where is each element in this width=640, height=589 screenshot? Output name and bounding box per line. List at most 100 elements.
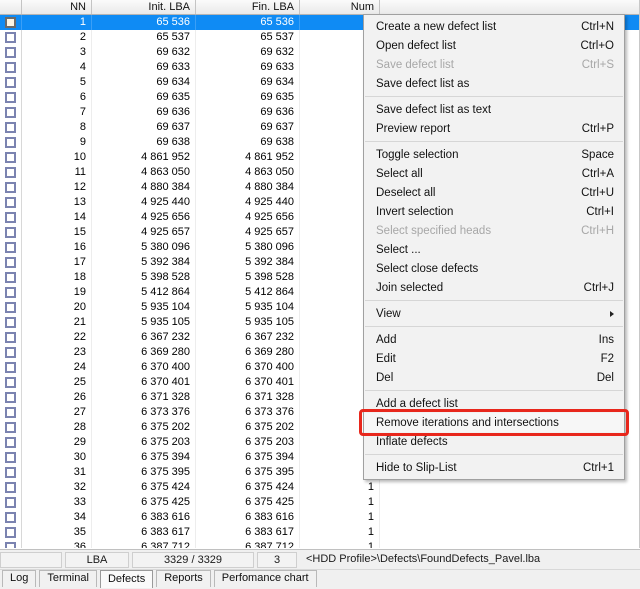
checkbox-icon[interactable] <box>5 377 16 388</box>
menu-item[interactable]: Create a new defect listCtrl+N <box>364 17 624 36</box>
menu-item[interactable]: Save defect list as <box>364 74 624 93</box>
row-checkbox[interactable] <box>0 60 22 75</box>
checkbox-icon[interactable] <box>5 362 16 373</box>
checkbox-icon[interactable] <box>5 227 16 238</box>
table-row[interactable]: 366 387 7126 387 7121 <box>0 540 639 548</box>
column-header-fin-lba[interactable]: Fin. LBA <box>196 0 300 14</box>
row-checkbox[interactable] <box>0 270 22 285</box>
checkbox-icon[interactable] <box>5 287 16 298</box>
table-row[interactable]: 356 383 6176 383 6171 <box>0 525 639 540</box>
tab-reports[interactable]: Reports <box>156 570 211 587</box>
row-checkbox[interactable] <box>0 210 22 225</box>
checkbox-icon[interactable] <box>5 62 16 73</box>
row-checkbox[interactable] <box>0 15 22 30</box>
menu-item[interactable]: Open defect listCtrl+O <box>364 36 624 55</box>
row-checkbox[interactable] <box>0 495 22 510</box>
menu-item[interactable]: Invert selectionCtrl+I <box>364 202 624 221</box>
menu-item[interactable]: Preview reportCtrl+P <box>364 119 624 138</box>
menu-item[interactable]: View <box>364 304 624 323</box>
checkbox-icon[interactable] <box>5 317 16 328</box>
row-checkbox[interactable] <box>0 255 22 270</box>
row-checkbox[interactable] <box>0 90 22 105</box>
row-checkbox[interactable] <box>0 435 22 450</box>
table-row[interactable]: 326 375 4246 375 4241 <box>0 480 639 495</box>
menu-item[interactable]: Save defect list as text <box>364 100 624 119</box>
checkbox-icon[interactable] <box>5 77 16 88</box>
column-header-nn[interactable]: NN <box>22 0 92 14</box>
row-checkbox[interactable] <box>0 225 22 240</box>
checkbox-icon[interactable] <box>5 467 16 478</box>
row-checkbox[interactable] <box>0 45 22 60</box>
checkbox-icon[interactable] <box>5 257 16 268</box>
row-checkbox[interactable] <box>0 540 22 548</box>
row-checkbox[interactable] <box>0 195 22 210</box>
row-checkbox[interactable] <box>0 330 22 345</box>
menu-item[interactable]: Hide to Slip-ListCtrl+1 <box>364 458 624 477</box>
checkbox-icon[interactable] <box>5 497 16 508</box>
tab-bar[interactable]: LogTerminalDefectsReportsPerfomance char… <box>0 569 640 589</box>
row-checkbox[interactable] <box>0 180 22 195</box>
checkbox-icon[interactable] <box>5 332 16 343</box>
menu-item[interactable]: EditF2 <box>364 349 624 368</box>
row-checkbox[interactable] <box>0 240 22 255</box>
menu-item[interactable]: Select allCtrl+A <box>364 164 624 183</box>
tab-perfomance-chart[interactable]: Perfomance chart <box>214 570 317 587</box>
context-menu[interactable]: Create a new defect listCtrl+NOpen defec… <box>363 14 625 480</box>
menu-item[interactable]: Inflate defects <box>364 432 624 451</box>
row-checkbox[interactable] <box>0 300 22 315</box>
column-header-checkbox[interactable] <box>0 0 22 14</box>
checkbox-icon[interactable] <box>5 47 16 58</box>
checkbox-icon[interactable] <box>5 422 16 433</box>
row-checkbox[interactable] <box>0 375 22 390</box>
row-checkbox[interactable] <box>0 105 22 120</box>
checkbox-icon[interactable] <box>5 272 16 283</box>
checkbox-icon[interactable] <box>5 152 16 163</box>
row-checkbox[interactable] <box>0 405 22 420</box>
row-checkbox[interactable] <box>0 120 22 135</box>
row-checkbox[interactable] <box>0 420 22 435</box>
menu-item[interactable]: Toggle selectionSpace <box>364 145 624 164</box>
column-header-num[interactable]: Num <box>300 0 380 14</box>
checkbox-icon[interactable] <box>5 512 16 523</box>
menu-item[interactable]: Select close defects <box>364 259 624 278</box>
menu-item[interactable]: Add a defect list <box>364 394 624 413</box>
tab-log[interactable]: Log <box>2 570 36 587</box>
table-row[interactable]: 346 383 6166 383 6161 <box>0 510 639 525</box>
checkbox-icon[interactable] <box>5 242 16 253</box>
checkbox-icon[interactable] <box>5 107 16 118</box>
checkbox-icon[interactable] <box>5 392 16 403</box>
checkbox-icon[interactable] <box>5 452 16 463</box>
row-checkbox[interactable] <box>0 465 22 480</box>
checkbox-icon[interactable] <box>5 407 16 418</box>
checkbox-icon[interactable] <box>5 437 16 448</box>
row-checkbox[interactable] <box>0 150 22 165</box>
row-checkbox[interactable] <box>0 315 22 330</box>
menu-item[interactable]: Join selectedCtrl+J <box>364 278 624 297</box>
checkbox-icon[interactable] <box>5 137 16 148</box>
menu-item[interactable]: DelDel <box>364 368 624 387</box>
menu-item[interactable]: AddIns <box>364 330 624 349</box>
row-checkbox[interactable] <box>0 30 22 45</box>
checkbox-icon[interactable] <box>5 182 16 193</box>
row-checkbox[interactable] <box>0 510 22 525</box>
checkbox-icon[interactable] <box>5 17 16 28</box>
checkbox-icon[interactable] <box>5 482 16 493</box>
row-checkbox[interactable] <box>0 75 22 90</box>
checkbox-icon[interactable] <box>5 122 16 133</box>
menu-item[interactable]: Deselect allCtrl+U <box>364 183 624 202</box>
table-row[interactable]: 336 375 4256 375 4251 <box>0 495 639 510</box>
checkbox-icon[interactable] <box>5 542 16 548</box>
tab-terminal[interactable]: Terminal <box>39 570 97 587</box>
row-checkbox[interactable] <box>0 450 22 465</box>
menu-item[interactable]: Select ... <box>364 240 624 259</box>
row-checkbox[interactable] <box>0 480 22 495</box>
row-checkbox[interactable] <box>0 165 22 180</box>
row-checkbox[interactable] <box>0 345 22 360</box>
row-checkbox[interactable] <box>0 135 22 150</box>
menu-item[interactable]: Remove iterations and intersections <box>364 413 624 432</box>
column-header-init-lba[interactable]: Init. LBA <box>92 0 196 14</box>
row-checkbox[interactable] <box>0 285 22 300</box>
checkbox-icon[interactable] <box>5 92 16 103</box>
checkbox-icon[interactable] <box>5 212 16 223</box>
checkbox-icon[interactable] <box>5 197 16 208</box>
